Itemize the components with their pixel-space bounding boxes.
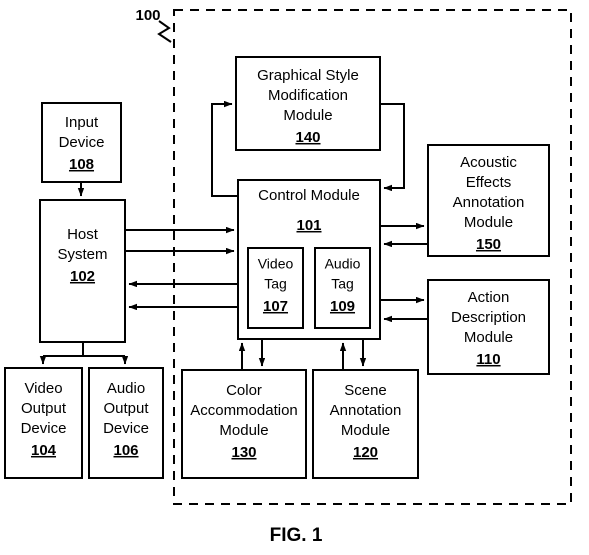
block-video-output-device-number: 104 bbox=[31, 442, 57, 459]
block-host-system[interactable]: Host System 102 bbox=[39, 199, 126, 343]
block-video-output-device[interactable]: Video Output Device 104 bbox=[4, 367, 83, 479]
block-input-device-number: 108 bbox=[69, 156, 94, 173]
block-acoustic-effects-annotation-module-line-1: Acoustic bbox=[460, 154, 517, 171]
block-video-output-device-line-1: Video bbox=[24, 380, 62, 397]
block-audio-output-device-line-3: Device bbox=[103, 420, 149, 437]
block-host-system-number: 102 bbox=[70, 268, 95, 285]
block-video-output-device-line-3: Device bbox=[21, 420, 67, 437]
block-action-description-module-number: 110 bbox=[476, 351, 500, 368]
block-audio-tag-line-2: Tag bbox=[331, 276, 354, 292]
block-video-tag-number: 107 bbox=[263, 298, 288, 315]
block-video-tag-line-2: Tag bbox=[264, 276, 287, 292]
block-acoustic-effects-annotation-module-line-4: Module bbox=[464, 214, 513, 231]
block-scene-annotation-module-line-3: Module bbox=[341, 422, 390, 439]
block-color-accommodation-module-line-3: Module bbox=[219, 422, 268, 439]
block-scene-annotation-module[interactable]: Scene Annotation Module 120 bbox=[312, 369, 419, 479]
block-input-device-line-1: Input bbox=[65, 114, 99, 131]
block-control-module-number: 101 bbox=[296, 217, 321, 234]
block-host-system-line-2: System bbox=[57, 246, 107, 263]
block-graphical-style-modification-module[interactable]: Graphical Style Modification Module 140 bbox=[235, 56, 381, 151]
block-color-accommodation-module-line-1: Color bbox=[226, 382, 262, 399]
block-action-description-module-line-2: Description bbox=[451, 309, 526, 326]
block-graphical-style-modification-module-line-3: Module bbox=[283, 107, 332, 124]
block-audio-tag-number: 109 bbox=[330, 298, 355, 315]
block-acoustic-effects-annotation-module-line-3: Annotation bbox=[453, 194, 525, 211]
block-color-accommodation-module[interactable]: Color Accommodation Module 130 bbox=[181, 369, 307, 479]
block-audio-tag-line-1: Audio bbox=[325, 256, 361, 272]
block-audio-tag[interactable]: Audio Tag 109 bbox=[314, 247, 371, 329]
block-action-description-module-line-1: Action bbox=[468, 289, 510, 306]
block-audio-output-device-line-1: Audio bbox=[107, 380, 145, 397]
block-acoustic-effects-annotation-module-number: 150 bbox=[476, 236, 501, 253]
block-input-device-line-2: Device bbox=[59, 134, 105, 151]
block-acoustic-effects-annotation-module-line-2: Effects bbox=[466, 174, 512, 191]
block-scene-annotation-module-line-1: Scene bbox=[344, 382, 387, 399]
block-audio-output-device[interactable]: Audio Output Device 106 bbox=[88, 367, 164, 479]
block-video-tag-line-1: Video bbox=[258, 256, 294, 272]
block-graphical-style-modification-module-line-1: Graphical Style bbox=[257, 67, 359, 84]
block-input-device[interactable]: Input Device 108 bbox=[41, 102, 122, 183]
connector-graphical-style-to-control bbox=[380, 103, 405, 192]
block-diagram-canvas: 100 Input Device 108 Host System 102 Vid… bbox=[4, 7, 572, 546]
block-control-module-line-1: Control Module bbox=[258, 187, 360, 204]
block-audio-output-device-number: 106 bbox=[113, 442, 138, 459]
system-reference-numeral: 100 bbox=[135, 7, 160, 24]
patent-figure-1: 100 Input Device 108 Host System 102 Vid… bbox=[0, 0, 589, 555]
block-scene-annotation-module-number: 120 bbox=[353, 444, 378, 461]
block-audio-output-device-line-2: Output bbox=[103, 400, 149, 417]
block-color-accommodation-module-number: 130 bbox=[231, 444, 256, 461]
block-video-tag[interactable]: Video Tag 107 bbox=[247, 247, 304, 329]
figure-caption: FIG. 1 bbox=[270, 525, 323, 546]
block-scene-annotation-module-line-2: Annotation bbox=[330, 402, 402, 419]
block-color-accommodation-module-line-2: Accommodation bbox=[190, 402, 298, 419]
reference-lead-line-100 bbox=[157, 20, 172, 43]
block-action-description-module[interactable]: Action Description Module 110 bbox=[427, 279, 550, 375]
block-video-output-device-line-2: Output bbox=[21, 400, 67, 417]
block-action-description-module-line-3: Module bbox=[464, 329, 513, 346]
block-host-system-line-1: Host bbox=[67, 226, 99, 243]
block-graphical-style-modification-module-number: 140 bbox=[295, 129, 320, 146]
block-acoustic-effects-annotation-module[interactable]: Acoustic Effects Annotation Module 150 bbox=[427, 144, 550, 257]
block-graphical-style-modification-module-line-2: Modification bbox=[268, 87, 348, 104]
connector-control-to-graphical-style bbox=[211, 100, 238, 197]
